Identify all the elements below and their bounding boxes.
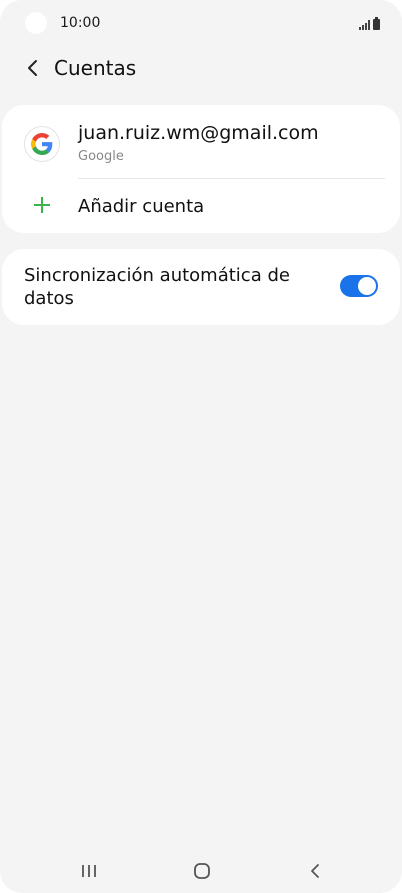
page-title: Cuentas: [54, 56, 137, 80]
nav-back-button[interactable]: [295, 858, 335, 884]
status-time: 10:00: [60, 15, 101, 31]
battery-icon: [373, 17, 380, 30]
sync-card[interactable]: Sincronización automática de datos: [2, 249, 400, 325]
nav-bar: [0, 848, 402, 893]
status-icons: [359, 16, 380, 30]
status-bar: 10:00: [0, 0, 402, 48]
recent-apps-icon: [82, 865, 96, 877]
accounts-card: juan.ruiz.wm@gmail.com Google Añadir cue…: [2, 105, 400, 233]
plus-icon: [34, 197, 50, 213]
account-type: Google: [78, 149, 124, 164]
header: Cuentas: [0, 48, 402, 88]
screen: 10:00 Cuentas juan.ruiz.wm@gmail.com Goo…: [0, 0, 402, 893]
sync-toggle[interactable]: [340, 275, 378, 297]
add-account-button[interactable]: Añadir cuenta: [2, 179, 400, 233]
back-button[interactable]: [12, 48, 52, 88]
account-row-google[interactable]: juan.ruiz.wm@gmail.com Google: [2, 105, 400, 179]
home-icon: [194, 863, 210, 879]
home-button[interactable]: [182, 858, 222, 884]
recent-apps-button[interactable]: [69, 858, 109, 884]
chevron-left-icon: [28, 60, 37, 76]
signal-icon: [359, 20, 370, 30]
back-icon: [311, 864, 319, 878]
google-logo-icon: [24, 126, 60, 162]
sync-label: Sincronización automática de datos: [24, 265, 290, 309]
sync-toggle-knob: [358, 277, 376, 295]
add-account-label: Añadir cuenta: [78, 196, 205, 217]
camera-hole: [25, 12, 47, 34]
account-email: juan.ruiz.wm@gmail.com: [78, 122, 319, 144]
